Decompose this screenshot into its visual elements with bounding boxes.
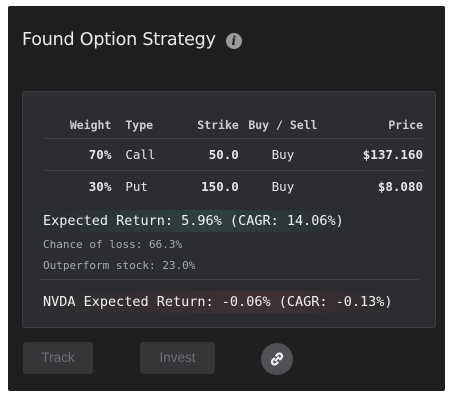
- nvda-expected-return: NVDA Expected Return: -0.06% (CAGR: -0.1…: [39, 291, 397, 313]
- action-cell: Buy: [238, 138, 328, 171]
- divider: [39, 279, 419, 280]
- column-header-buy-sell: Buy / Sell: [238, 112, 328, 139]
- track-button[interactable]: Track: [23, 342, 93, 374]
- column-header-type: Type: [111, 112, 182, 139]
- strike-cell: 150.0: [201, 179, 239, 194]
- link-button[interactable]: [261, 343, 293, 375]
- action-cell: Buy: [271, 179, 295, 194]
- table-row: 30% Put 150.0 Buy $8.080: [43, 171, 423, 203]
- type-cell: Call: [111, 138, 182, 171]
- options-table: Weight Type Strike Buy / Sell Price 70% …: [43, 112, 423, 202]
- invest-button[interactable]: Invest: [140, 342, 215, 374]
- chance-of-loss: Chance of loss: 66.3%: [43, 238, 183, 251]
- type-cell: Put: [125, 179, 148, 194]
- outperform-stock: Outperform stock: 23.0%: [43, 259, 196, 272]
- panel-title: Found Option Strategy: [22, 30, 216, 50]
- table-header-row: Weight Type Strike Buy / Sell Price: [43, 112, 423, 139]
- info-icon[interactable]: i: [225, 33, 242, 49]
- option-strategy-panel: Found Option Strategy i Weight Type Stri…: [8, 6, 445, 391]
- weight-cell: 30%: [88, 179, 112, 194]
- column-header-price: Price: [327, 112, 423, 139]
- column-header-weight: Weight: [43, 112, 112, 139]
- strike-cell: 50.0: [181, 138, 239, 171]
- weight-cell: 70%: [43, 138, 112, 171]
- strategy-card: Weight Type Strike Buy / Sell Price 70% …: [22, 91, 436, 328]
- column-header-strike: Strike: [181, 112, 239, 139]
- price-cell: $8.080: [377, 179, 423, 194]
- expected-return: Expected Return: 5.96% (CAGR: 14.06%): [39, 210, 348, 232]
- panel-header: Found Option Strategy i: [22, 30, 242, 50]
- link-icon: [270, 352, 284, 366]
- price-cell: $137.160: [327, 138, 423, 171]
- table-row: 70% Call 50.0 Buy $137.160: [43, 138, 423, 171]
